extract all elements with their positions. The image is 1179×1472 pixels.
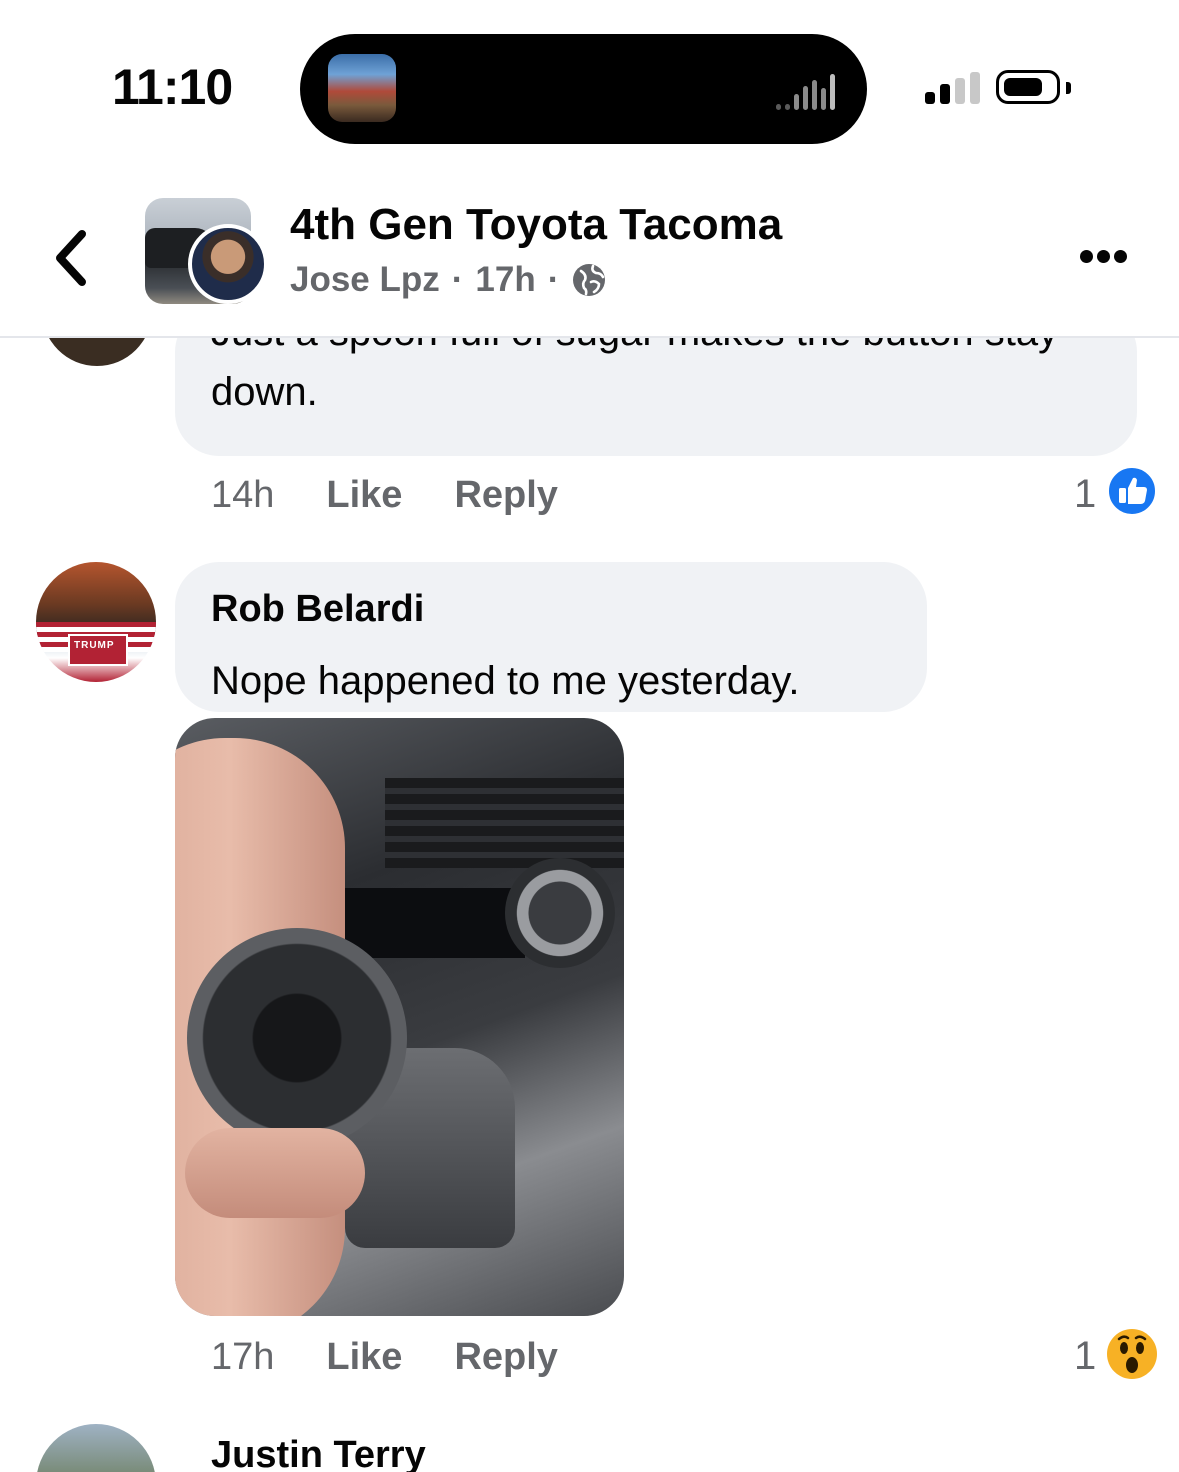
post-age[interactable]: 17h [475,260,535,300]
globe-icon [573,264,606,296]
like-icon[interactable] [1107,466,1157,516]
group-title[interactable]: 4th Gen Toyota Tacoma [290,200,782,250]
commenter-avatar[interactable] [36,1424,156,1472]
wow-icon[interactable] [1106,1328,1158,1380]
author-name[interactable]: Jose Lpz [290,260,440,300]
reply-button[interactable]: Reply [454,1336,557,1379]
back-chevron-icon[interactable] [48,226,98,290]
comment-time[interactable]: 14h [211,474,274,517]
comment-photo[interactable] [175,718,624,1316]
comment-time[interactable]: 17h [211,1336,274,1379]
comment-bubble[interactable]: Rob Belardi Nope happened to me yesterda… [175,562,927,712]
audio-waveform-icon [776,74,839,110]
more-options-icon[interactable] [1080,250,1131,268]
commenter-avatar[interactable]: TRUMP [36,562,156,682]
now-playing-artwork[interactable] [328,54,396,122]
comment-text: Nope happened to me yesterday. [211,659,800,703]
comment-text: Just a spoon full of sugar makes the but… [211,338,1058,414]
battery-icon [996,70,1060,104]
commenter-avatar[interactable] [42,338,152,366]
commenter-name[interactable]: Justin Terry [211,1434,426,1472]
cellular-signal-icon [925,72,985,104]
like-button[interactable]: Like [326,1336,402,1379]
dynamic-island[interactable] [300,34,867,144]
reaction-count[interactable]: 1 [1074,472,1096,517]
reply-button[interactable]: Reply [454,474,557,517]
author-avatar[interactable] [188,224,268,304]
status-time: 11:10 [112,59,233,115]
avatar-sign-text: TRUMP [74,640,115,651]
comment-actions: 17h Like Reply [211,1336,558,1379]
post-meta: Jose Lpz · 17h · [290,260,607,300]
comment-actions: 14h Like Reply [211,474,558,517]
meta-separator: · [451,260,464,299]
commenter-name[interactable]: Rob Belardi [211,588,424,631]
like-button[interactable]: Like [326,474,402,517]
comments-list[interactable]: Just a spoon full of sugar makes the but… [0,338,1179,1472]
reaction-count[interactable]: 1 [1074,1334,1096,1379]
comment-bubble[interactable]: Just a spoon full of sugar makes the but… [175,338,1137,456]
meta-separator-2: · [547,260,560,299]
battery-cap [1066,82,1071,94]
